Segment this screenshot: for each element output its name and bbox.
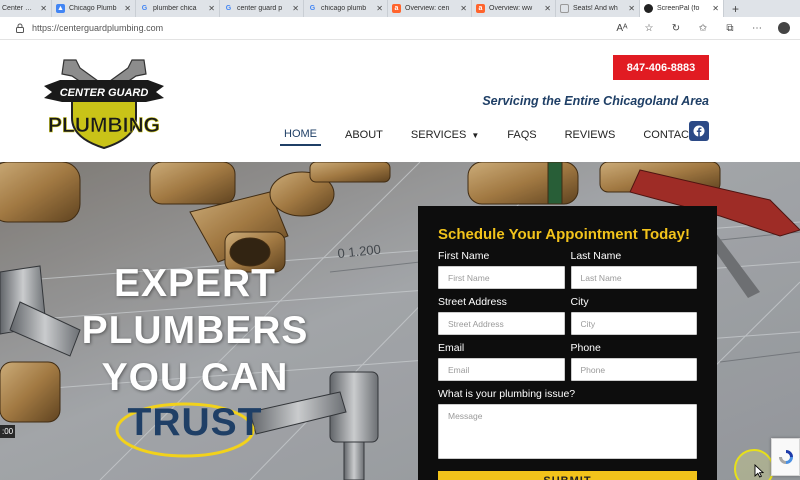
city-field[interactable] xyxy=(570,312,697,335)
lock-icon[interactable] xyxy=(15,23,25,33)
nav-contact[interactable]: CONTACT xyxy=(643,129,695,145)
browser-tab[interactable]: G plumber chica ✕ xyxy=(136,0,220,17)
browser-tab[interactable]: a Overview: cen ✕ xyxy=(388,0,472,17)
new-tab-icon[interactable]: + xyxy=(724,2,747,16)
mouse-pointer-icon xyxy=(754,464,764,478)
close-tab-icon[interactable]: ✕ xyxy=(712,4,719,13)
hero-line: PLUMBERS xyxy=(81,309,309,352)
logo-text-top: CENTER GUARD xyxy=(60,87,149,99)
tab-title: Seats! And wh xyxy=(573,5,618,12)
phone-call-button[interactable]: 847-406-8883 xyxy=(613,55,709,80)
email-label: Email xyxy=(438,342,465,354)
favorites-icon[interactable]: ✩ xyxy=(697,23,709,34)
browser-tab[interactable]: Center Guard ✕ xyxy=(0,0,52,17)
favorite-star-icon[interactable]: ☆ xyxy=(643,23,655,34)
tab-title: Overview: ww xyxy=(489,5,533,12)
first-name-field[interactable] xyxy=(438,266,565,289)
recaptcha-badge[interactable] xyxy=(771,438,800,476)
close-tab-icon[interactable]: ✕ xyxy=(628,4,635,13)
browser-tab[interactable]: a Overview: ww ✕ xyxy=(472,0,556,17)
semrush-icon: a xyxy=(476,4,485,13)
video-timestamp: :00 xyxy=(0,425,16,438)
tab-title: ScreenPal (fo xyxy=(657,5,700,12)
browser-tab[interactable]: G center guard p ✕ xyxy=(220,0,304,17)
tab-title: plumber chica xyxy=(153,5,197,12)
service-area-tagline: Servicing the Entire Chicagoland Area xyxy=(482,94,709,108)
nav-about[interactable]: ABOUT xyxy=(345,129,383,145)
hero-section: 0 1.200 EXPERT PLUMBERS YOU CAN TRUST:0… xyxy=(0,162,800,480)
tab-title: Chicago Plumb xyxy=(69,5,117,12)
nav-services-label: SERVICES xyxy=(410,129,467,141)
caret-down-icon: ▼ xyxy=(471,130,480,140)
refresh-icon[interactable]: ↻ xyxy=(670,23,682,34)
close-tab-icon[interactable]: ✕ xyxy=(292,4,299,13)
more-options-icon[interactable]: ⋯ xyxy=(751,23,763,34)
nav-services[interactable]: SERVICES ▼ xyxy=(411,129,479,145)
hero-line: YOU CAN xyxy=(101,356,289,399)
screenpal-icon xyxy=(644,4,653,13)
google-icon: G xyxy=(225,5,232,12)
street-address-field[interactable] xyxy=(438,312,565,335)
nav-home[interactable]: HOME xyxy=(280,128,321,146)
tab-title: chicago plumb xyxy=(321,5,367,12)
browser-tab[interactable]: ▲ Chicago Plumb ✕ xyxy=(52,0,136,17)
city-label: City xyxy=(570,296,589,308)
website: CENTER GUARD PLUMBING 847-406-8883 Servi… xyxy=(0,40,800,480)
main-navigation: HOME ABOUT SERVICES ▼ FAQS REVIEWS CONTA… xyxy=(280,128,724,146)
tab-title: Overview: cen xyxy=(405,5,450,12)
recaptcha-icon xyxy=(779,450,793,464)
tab-title: center guard p xyxy=(237,5,283,12)
form-title: Schedule Your Appointment Today! xyxy=(438,226,690,243)
read-aloud-icon[interactable]: Aᴬ xyxy=(616,23,628,34)
plumbing-issue-label: What is your plumbing issue? xyxy=(438,388,576,400)
message-field[interactable] xyxy=(438,404,697,459)
browser-tab-active[interactable]: ScreenPal (fo ✕ xyxy=(640,0,724,17)
hero-line: EXPERT xyxy=(113,262,277,305)
browser-tab[interactable]: G chicago plumb ✕ xyxy=(304,0,388,17)
profile-avatar[interactable] xyxy=(778,22,790,34)
page-icon xyxy=(560,4,569,13)
appointment-form: Schedule Your Appointment Today! First N… xyxy=(418,206,717,480)
semrush-icon: a xyxy=(392,4,401,13)
close-tab-icon[interactable]: ✕ xyxy=(376,4,383,13)
center-guard-plumbing-logo[interactable]: CENTER GUARD PLUMBING xyxy=(42,58,166,150)
phone-label: Phone xyxy=(570,342,601,354)
site-header: CENTER GUARD PLUMBING 847-406-8883 Servi… xyxy=(0,40,800,162)
close-tab-icon[interactable]: ✕ xyxy=(208,4,215,13)
logo-text-bottom: PLUMBING xyxy=(48,114,160,137)
street-address-label: Street Address xyxy=(438,296,507,308)
hero-trust-highlight: TRUST xyxy=(115,399,263,458)
ads-icon: ▲ xyxy=(56,4,65,13)
url-field[interactable]: https://centerguardplumbing.com xyxy=(32,23,616,33)
email-field[interactable] xyxy=(438,358,565,381)
last-name-field[interactable] xyxy=(570,266,697,289)
collections-icon[interactable]: ⧉ xyxy=(724,23,736,34)
google-icon: G xyxy=(309,5,316,12)
submit-button[interactable]: SUBMIT xyxy=(438,471,697,480)
close-tab-icon[interactable]: ✕ xyxy=(124,4,131,13)
phone-field[interactable] xyxy=(570,358,697,381)
hero-trust-word: TRUST xyxy=(127,401,263,444)
address-bar: https://centerguardplumbing.com Aᴬ ☆ ↻ ✩… xyxy=(0,17,800,40)
facebook-icon[interactable] xyxy=(689,121,709,141)
last-name-label: Last Name xyxy=(570,250,622,262)
close-tab-icon[interactable]: ✕ xyxy=(40,4,47,13)
hero-headline: EXPERT PLUMBERS YOU CAN TRUST xyxy=(40,260,350,458)
first-name-label: First Name xyxy=(438,250,490,262)
close-tab-icon[interactable]: ✕ xyxy=(544,4,551,13)
close-tab-icon[interactable]: ✕ xyxy=(460,4,467,13)
browser-tab-strip: Center Guard ✕ ▲ Chicago Plumb ✕ G plumb… xyxy=(0,0,800,17)
tab-title: Center Guard xyxy=(2,5,37,12)
google-icon: G xyxy=(141,5,148,12)
nav-reviews[interactable]: REVIEWS xyxy=(565,129,616,145)
browser-tab[interactable]: Seats! And wh ✕ xyxy=(556,0,640,17)
nav-faqs[interactable]: FAQS xyxy=(507,129,536,145)
